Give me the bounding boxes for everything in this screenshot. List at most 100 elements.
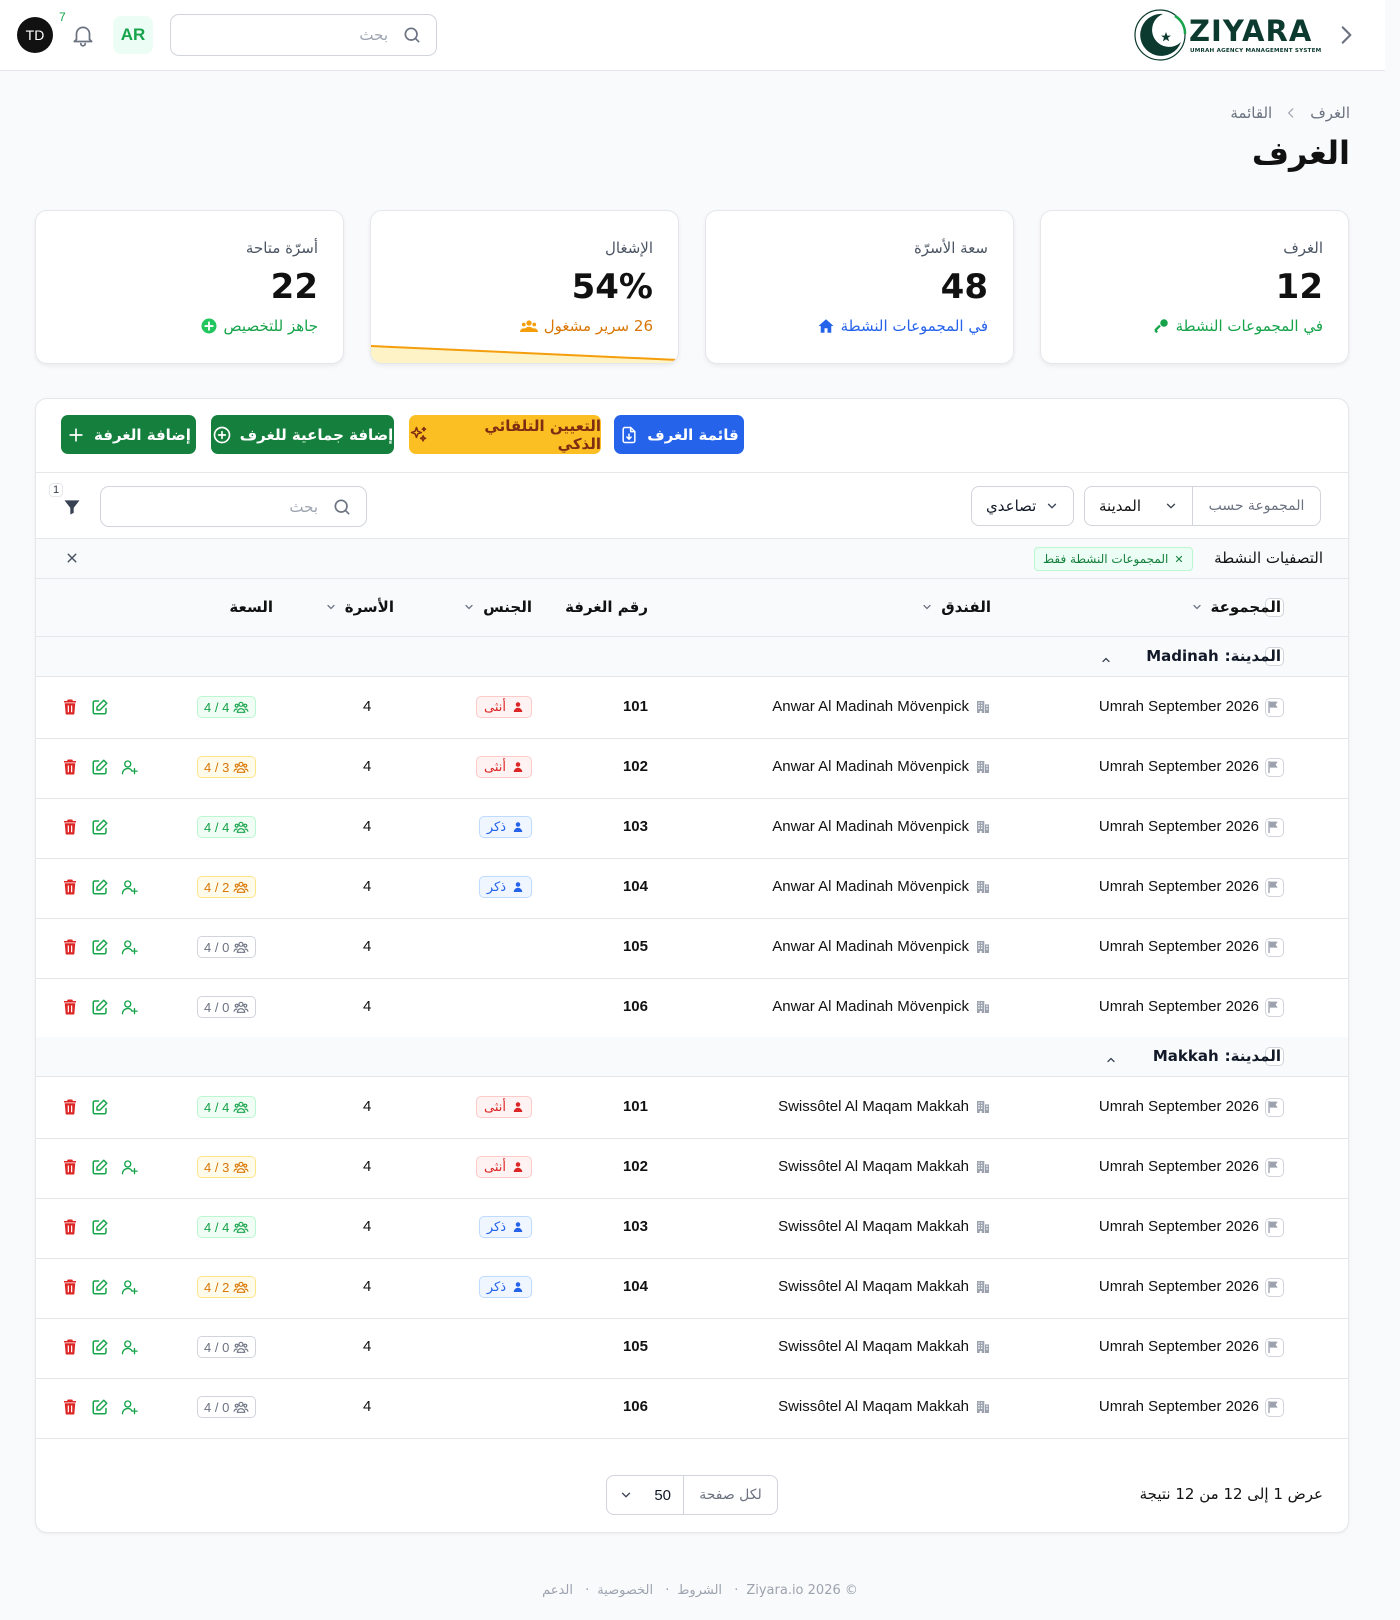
edit-icon[interactable] xyxy=(91,1278,109,1296)
group-name: Umrah September 2026 xyxy=(1098,1338,1259,1355)
table-row: Umrah September 2026 Anwar Al Madinah Möv… xyxy=(36,977,1348,1039)
delete-icon[interactable] xyxy=(61,1398,79,1416)
table-row: Umrah September 2026 Swissôtel Al Maqam M… xyxy=(36,1317,1348,1379)
delete-icon[interactable] xyxy=(61,698,79,716)
group-title: المدينة: Madinah xyxy=(1146,647,1281,665)
active-filter-chip-text: المجموعات النشطة فقط xyxy=(1043,552,1169,566)
chevron-right-icon[interactable] xyxy=(1333,22,1359,48)
add-room-button[interactable]: إضافة الغرفة xyxy=(61,415,196,454)
edit-icon[interactable] xyxy=(91,998,109,1016)
per-page-value-text: 50 xyxy=(654,1486,671,1504)
edit-icon[interactable] xyxy=(91,1218,109,1236)
edit-icon[interactable] xyxy=(91,758,109,776)
hotel-cell: Swissôtel Al Maqam Makkah xyxy=(778,1218,991,1235)
table-search-input[interactable] xyxy=(101,487,366,526)
filter-icon[interactable] xyxy=(62,497,82,517)
chevron-up-icon[interactable] xyxy=(1100,651,1112,663)
beds-count: 4 xyxy=(363,758,372,775)
hotel-cell: Swissôtel Al Maqam Makkah xyxy=(778,1158,991,1175)
room-list-button[interactable]: قائمة الغرف xyxy=(614,415,744,454)
group-by-select[interactable]: المجموعة حسب المدينة xyxy=(1084,486,1321,526)
edit-icon[interactable] xyxy=(91,1158,109,1176)
per-page-value[interactable]: 50 xyxy=(607,1476,683,1514)
edit-icon[interactable] xyxy=(91,698,109,716)
col-gender[interactable]: الجنس xyxy=(463,598,532,616)
col-group[interactable]: المجموعة xyxy=(1191,598,1281,616)
active-filter-chip[interactable]: المجموعات النشطة فقط ✕ xyxy=(1034,547,1193,571)
gender-badge: أنثى xyxy=(476,696,532,718)
group-cell: Umrah September 2026 xyxy=(1099,1338,1281,1355)
col-hotel[interactable]: الفندق xyxy=(921,598,991,616)
beds-count: 4 xyxy=(363,1398,372,1415)
breadcrumb-rooms[interactable]: الغرف xyxy=(1310,104,1350,122)
chevron-up-icon[interactable] xyxy=(1105,1051,1117,1063)
app-logo[interactable]: ZIYARA UMRAH AGENCY MANAGEMENT SYSTEM xyxy=(1133,8,1321,62)
group-by-label: المجموعة حسب xyxy=(1192,487,1320,525)
assign-guest-icon[interactable] xyxy=(121,1338,139,1356)
delete-icon[interactable] xyxy=(61,1218,79,1236)
stat-value: 22 xyxy=(270,267,318,307)
flag-icon xyxy=(1265,1339,1281,1355)
beds-count: 4 xyxy=(363,878,372,895)
group-name: Umrah September 2026 xyxy=(1098,1218,1259,1235)
bulk-add-button[interactable]: إضافة جماعية للغرف xyxy=(211,415,394,454)
assign-guest-icon[interactable] xyxy=(121,998,139,1016)
delete-icon[interactable] xyxy=(61,1098,79,1116)
capacity-badge: 4 / 0 xyxy=(197,996,257,1018)
delete-icon[interactable] xyxy=(61,878,79,896)
smart-assign-button[interactable]: التعيين التلقائي الذكي xyxy=(409,415,601,454)
footer-terms-link[interactable]: الشروط xyxy=(677,1583,722,1598)
clear-filters-icon[interactable] xyxy=(63,549,81,567)
footer-support-link[interactable]: الدعم xyxy=(542,1583,573,1598)
room-number: 101 xyxy=(622,1098,648,1115)
filter-count-badge: 1 xyxy=(49,483,64,497)
chevron-down-icon xyxy=(1166,503,1176,509)
room-list-label: قائمة الغرف xyxy=(647,425,739,444)
hotel-name: Anwar Al Madinah Mövenpick xyxy=(772,998,969,1015)
users-icon xyxy=(233,819,249,835)
edit-icon[interactable] xyxy=(91,1398,109,1416)
edit-icon[interactable] xyxy=(91,818,109,836)
delete-icon[interactable] xyxy=(61,818,79,836)
building-icon xyxy=(975,1399,991,1415)
bulk-add-label: إضافة جماعية للغرف xyxy=(239,425,394,444)
footer-privacy-link[interactable]: الخصوصية xyxy=(597,1583,653,1598)
per-page-select[interactable]: لكل صفحة 50 xyxy=(606,1475,778,1515)
group-cell: Umrah September 2026 xyxy=(1099,698,1281,715)
delete-icon[interactable] xyxy=(61,1338,79,1356)
assign-guest-icon[interactable] xyxy=(121,878,139,896)
bell-icon[interactable] xyxy=(70,22,96,48)
stat-card-capacity: سعة الأسرّة 48 في المجموعات النشطة xyxy=(705,210,1014,364)
stat-label: الإشغال xyxy=(605,239,653,257)
user-avatar[interactable]: TD xyxy=(17,17,53,53)
delete-icon[interactable] xyxy=(61,1278,79,1296)
stat-sub: في المجموعات النشطة xyxy=(1152,317,1323,335)
group-name: Umrah September 2026 xyxy=(1098,698,1259,715)
global-search[interactable] xyxy=(170,14,437,56)
delete-icon[interactable] xyxy=(61,938,79,956)
assign-guest-icon[interactable] xyxy=(121,1158,139,1176)
delete-icon[interactable] xyxy=(61,1158,79,1176)
edit-icon[interactable] xyxy=(91,1098,109,1116)
table-search[interactable] xyxy=(100,486,367,527)
stat-sub-text: في المجموعات النشطة xyxy=(840,317,988,335)
room-number: 105 xyxy=(622,938,648,955)
edit-icon[interactable] xyxy=(91,938,109,956)
assign-guest-icon[interactable] xyxy=(121,1398,139,1416)
col-beds[interactable]: الأسرة xyxy=(325,598,394,616)
language-switch[interactable]: AR xyxy=(113,16,153,54)
edit-icon[interactable] xyxy=(91,1338,109,1356)
group-cell: Umrah September 2026 xyxy=(1099,1398,1281,1415)
edit-icon[interactable] xyxy=(91,878,109,896)
group-by-value[interactable]: المدينة xyxy=(1085,487,1192,525)
hotel-name: Swissôtel Al Maqam Makkah xyxy=(778,1398,969,1415)
assign-guest-icon[interactable] xyxy=(121,1278,139,1296)
col-beds-label: الأسرة xyxy=(344,598,394,616)
remove-filter-icon[interactable]: ✕ xyxy=(1174,553,1183,566)
delete-icon[interactable] xyxy=(61,758,79,776)
assign-guest-icon[interactable] xyxy=(121,758,139,776)
assign-guest-icon[interactable] xyxy=(121,938,139,956)
global-search-input[interactable] xyxy=(171,15,436,55)
sort-direction-select[interactable]: تصاعدي xyxy=(971,486,1074,526)
delete-icon[interactable] xyxy=(61,998,79,1016)
